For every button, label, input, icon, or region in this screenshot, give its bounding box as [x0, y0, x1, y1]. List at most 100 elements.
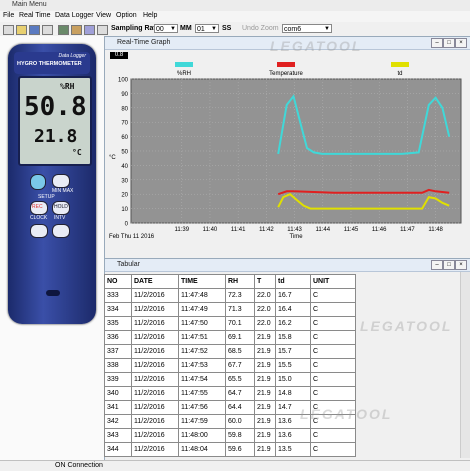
- window-title: Main Menu: [12, 1, 47, 8]
- table-cell-time: 11:48:00: [178, 428, 226, 443]
- connection-status: ON Connection: [55, 462, 103, 469]
- save-icon[interactable]: [29, 25, 40, 35]
- y-tick-label: 100: [118, 78, 129, 84]
- menu-real-time[interactable]: Real Time: [19, 12, 51, 19]
- table-cell-t: 21.9: [254, 330, 276, 345]
- table-row[interactable]: 337 11/2/2016 11:47:52 68.5 21.9 15.7 C: [104, 344, 356, 359]
- up-button[interactable]: [52, 224, 70, 238]
- table-row[interactable]: 344 11/2/2016 11:48:04 59.6 21.9 13.5 C: [104, 442, 356, 457]
- minmax-button[interactable]: [52, 174, 70, 188]
- menu-view[interactable]: View: [96, 12, 111, 19]
- table-cell-td: 15.5: [275, 358, 311, 373]
- table-cell-rh: 60.0: [225, 414, 255, 429]
- menu-data-logger[interactable]: Data Logger: [55, 12, 94, 19]
- device-label-2: HYGRO THERMOMETER: [17, 61, 82, 67]
- minute-select[interactable]: 01 ▼: [195, 24, 219, 33]
- lcd-temp-value: 21.8: [34, 126, 78, 147]
- table-cell-no: 333: [104, 288, 132, 303]
- x-tick-label: 11:48: [428, 227, 443, 233]
- undo-zoom-button[interactable]: Undo Zoom: [242, 25, 279, 32]
- close-icon[interactable]: ×: [455, 38, 467, 48]
- table-row[interactable]: 333 11/2/2016 11:47:48 72.3 22.0 16.7 C: [104, 288, 356, 303]
- x-tick-label: 11:42: [259, 227, 274, 233]
- x-tick-label: 11:41: [231, 227, 246, 233]
- restore-icon[interactable]: □: [443, 260, 455, 270]
- hour-select[interactable]: 00 ▼: [154, 24, 178, 33]
- table-cell-t: 22.0: [254, 316, 276, 331]
- graph-icon[interactable]: [97, 25, 108, 35]
- table-cell-date: 11/2/2016: [131, 372, 179, 387]
- table-row[interactable]: 336 11/2/2016 11:47:51 69.1 21.9 15.8 C: [104, 330, 356, 345]
- watermark: LEGATOOL: [270, 38, 363, 54]
- table-row[interactable]: 334 11/2/2016 11:47:49 71.3 22.0 16.4 C: [104, 302, 356, 317]
- col-td: td: [275, 274, 311, 289]
- chevron-down-icon: ▼: [324, 26, 330, 32]
- table-cell-time: 11:47:51: [178, 330, 226, 345]
- x-tick-label: 11:39: [174, 227, 189, 233]
- table-cell-td: 16.4: [275, 302, 311, 317]
- y-tick-label: 40: [121, 164, 128, 170]
- lcd-rh-value: 50.8: [24, 92, 87, 122]
- table-cell-time: 11:47:54: [178, 372, 226, 387]
- ss-label: SS: [222, 25, 232, 32]
- table-cell-rh: 59.8: [225, 428, 255, 443]
- status-bar: ON Connection: [0, 460, 470, 471]
- table-cell-date: 11/2/2016: [131, 428, 179, 443]
- table-row[interactable]: 338 11/2/2016 11:47:53 67.7 21.9 15.5 C: [104, 358, 356, 373]
- x-tick-label: 11:47: [400, 227, 415, 233]
- table-cell-time: 11:47:55: [178, 386, 226, 401]
- table-cell-date: 11/2/2016: [131, 400, 179, 415]
- y-unit-label: °C: [109, 155, 116, 161]
- legend-label: td: [397, 71, 402, 77]
- close-icon[interactable]: ×: [455, 260, 467, 270]
- open-folder-icon[interactable]: [16, 25, 27, 35]
- port-select[interactable]: com6 ▼: [282, 24, 332, 33]
- restore-icon[interactable]: □: [443, 38, 455, 48]
- table-row[interactable]: 335 11/2/2016 11:47:50 70.1 22.0 16.2 C: [104, 316, 356, 331]
- x-start-label: Feb Thu 11 2016: [109, 234, 155, 240]
- down-button[interactable]: [30, 224, 48, 238]
- minimize-icon[interactable]: –: [431, 260, 443, 270]
- table-cell-no: 337: [104, 344, 132, 359]
- table-scrollbar[interactable]: [460, 272, 470, 458]
- menu-option[interactable]: Option: [116, 12, 137, 19]
- y-tick-label: 10: [121, 207, 128, 213]
- table-row[interactable]: 343 11/2/2016 11:48:00 59.8 21.9 13.6 C: [104, 428, 356, 443]
- y-tick-label: 60: [121, 135, 128, 141]
- table-cell-no: 335: [104, 316, 132, 331]
- col-t: T: [254, 274, 276, 289]
- menu-file[interactable]: File: [3, 12, 14, 19]
- new-file-icon[interactable]: [3, 25, 14, 35]
- table-cell-td: 15.0: [275, 372, 311, 387]
- table-cell-rh: 65.5: [225, 372, 255, 387]
- table-row[interactable]: 339 11/2/2016 11:47:54 65.5 21.9 15.0 C: [104, 372, 356, 387]
- table-cell-td: 15.8: [275, 330, 311, 345]
- monitor-icon[interactable]: [58, 25, 69, 35]
- print-icon[interactable]: [42, 25, 53, 35]
- chevron-down-icon: ▼: [211, 26, 217, 32]
- tabular-window-title: Tabular: [117, 261, 140, 268]
- table-row[interactable]: 340 11/2/2016 11:47:55 64.7 21.9 14.8 C: [104, 386, 356, 401]
- x-axis-label: Time: [289, 234, 303, 240]
- legend-swatch: [175, 62, 193, 67]
- x-tick-label: 11:46: [372, 227, 387, 233]
- data-icon[interactable]: [84, 25, 95, 35]
- table-cell-unit: C: [310, 358, 356, 373]
- device-label-1: Data Logger: [58, 53, 86, 59]
- table-cell-td: 15.7: [275, 344, 311, 359]
- table-cell-t: 21.9: [254, 400, 276, 415]
- table-cell-time: 11:47:48: [178, 288, 226, 303]
- table-cell-date: 11/2/2016: [131, 442, 179, 457]
- table-cell-t: 21.9: [254, 344, 276, 359]
- table-cell-t: 22.0: [254, 288, 276, 303]
- minimize-icon[interactable]: –: [431, 38, 443, 48]
- menu-help[interactable]: Help: [143, 12, 157, 19]
- tabular-window-titlebar: Tabular – □ ×: [105, 259, 470, 272]
- y-tick-label: 90: [121, 92, 128, 98]
- table-cell-date: 11/2/2016: [131, 358, 179, 373]
- tool-icon[interactable]: [71, 25, 82, 35]
- sampling-rate-label: Sampling Rate: [111, 25, 160, 32]
- table-cell-unit: C: [310, 316, 356, 331]
- light-button[interactable]: [30, 174, 46, 190]
- realtime-chart[interactable]: 0 10 20 30 40 50 60 70 80 90 100 11:39 11:40 11:41 11:…: [105, 49, 469, 257]
